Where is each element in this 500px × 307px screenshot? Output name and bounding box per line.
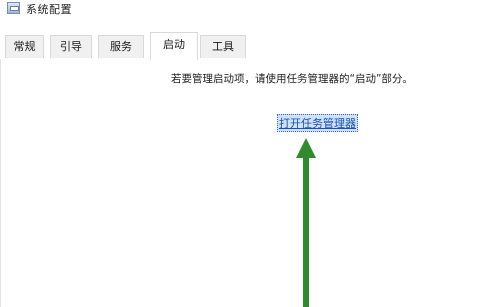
green-arrow-up-icon [296,138,316,307]
tab-startup[interactable]: 启动 [150,32,198,60]
